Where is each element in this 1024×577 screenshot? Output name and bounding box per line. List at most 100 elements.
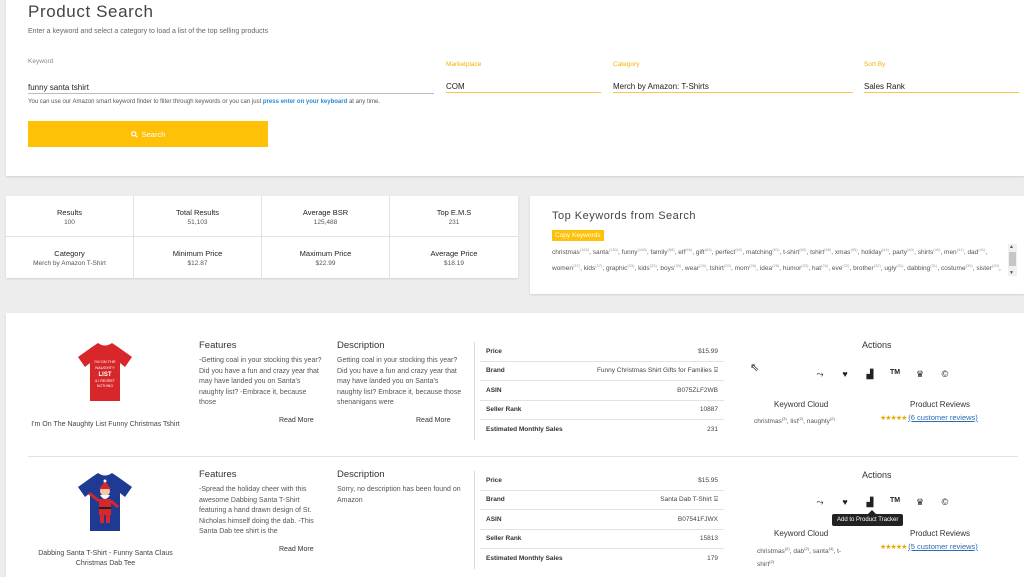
keyword-input[interactable]: funny santa tshirt [28,83,89,92]
category-select[interactable]: Category Merch by Amazon: T-Shirts [613,61,853,93]
features-read-more[interactable]: Read More [279,546,314,553]
keyword-chip[interactable]: christmas(162) [552,247,589,256]
page-title: Product Search [28,2,154,21]
keyword-chip[interactable]: party(40) [893,247,915,256]
copyright-icon[interactable]: © [937,497,953,508]
crown-icon[interactable]: ♛ [912,497,928,508]
keyword-chip[interactable]: hat(33) [812,263,828,272]
top-keywords-title: Top Keywords from Search [552,210,697,222]
hint-link[interactable]: press enter on your keyboard [263,99,347,105]
keyword-chip[interactable]: xmas(55) [835,247,858,256]
sort-value[interactable]: Sales Rank [864,82,905,91]
keyword-chip[interactable]: men(41) [944,247,964,256]
stat-label: Average Price [430,249,478,258]
keyword-chip[interactable]: tshirt(56) [810,247,831,256]
product-name[interactable]: Dabbing Santa T-Shirt - Funny Santa Clau… [28,549,183,569]
keyword-chip[interactable]: dad(41) [967,247,985,256]
product-keyword-cloud: christmas(3), list(2), naughty(2) [754,416,835,426]
keyword-chip[interactable]: ugly(31) [884,263,903,272]
keyword-chip[interactable]: matching(61) [746,247,780,256]
keyword-chip[interactable]: mom(28) [735,263,757,272]
trademark-icon[interactable]: TM [887,369,903,380]
keyword-chip[interactable]: kids(37) [584,263,603,272]
rating-stars-icon: ★★★★★ [880,415,907,422]
marketplace-value[interactable]: COM [446,82,465,91]
keyword-chip[interactable]: boys(30) [660,263,681,272]
keyword-chip[interactable]: sister(29) [976,263,999,272]
keyword-chip[interactable]: brother(32) [853,263,881,272]
keyword-chip[interactable]: holiday(44) [861,247,889,256]
rating-stars-icon: ★★★★★ [880,544,907,551]
heart-icon[interactable]: ♥ [837,497,853,508]
detail-value: B075ZLF2WB [677,386,718,394]
keyword-scrollbar[interactable]: ▲ ▼ [1008,244,1017,276]
product-details-table: Price $15.99 Brand Funny Christmas Shirt G… [480,342,724,440]
bookmark-icon[interactable]: ⍓ [714,496,718,503]
scroll-down-icon[interactable]: ▼ [1009,270,1014,276]
stat-label: Category [54,249,85,258]
keyword-chip[interactable]: costume(30) [941,263,973,272]
trend-icon[interactable]: ⤳ [812,369,828,380]
scroll-up-icon[interactable]: ▲ [1009,244,1014,250]
features-text: -Spread the holiday cheer with this awes… [199,486,314,535]
keyword-chip[interactable]: t-shirt(60) [783,247,806,256]
stat-value: 231 [448,219,460,226]
sort-select[interactable]: Sort By Sales Rank [864,61,1019,93]
keyword-chip[interactable]: dab(2) [793,546,809,555]
stat-average-price: Average Price $18.19 [390,237,518,278]
svg-text:NAUGHTY: NAUGHTY [95,365,115,370]
search-button-label: Search [141,129,166,139]
bookmark-icon[interactable]: ⍓ [714,367,718,374]
keyword-chip[interactable]: christmas(2) [757,546,790,555]
keyword-chip[interactable]: santa(130) [593,247,618,256]
bar-chart-icon[interactable]: ▟ [862,369,878,380]
category-value[interactable]: Merch by Amazon: T-Shirts [613,82,709,91]
keyword-chip[interactable]: shirts(40) [918,247,941,256]
features-read-more[interactable]: Read More [279,417,314,424]
keyword-chip[interactable]: graphic(33) [606,263,634,272]
trend-icon[interactable]: ⤳ [812,497,828,508]
keyword-field[interactable]: Keyword funny santa tshirt [28,58,434,94]
reviews-link[interactable]: (6 customer reviews) [908,413,978,422]
actions-heading: Actions [862,340,892,350]
keyword-chip[interactable]: naughty(2) [807,416,835,425]
keyword-chip[interactable]: santa(4) [813,546,834,555]
keyword-chip[interactable]: elf(69) [678,247,692,256]
detail-row-brand: Brand Santa Dab T-Shirt ⍓ [480,491,724,510]
detail-key: Estimated Monthly Sales [486,426,563,434]
product-image[interactable] [70,469,140,535]
scroll-thumb[interactable] [1009,252,1016,266]
detail-row-seller-rank: Seller Rank 15813 [480,530,724,549]
search-button[interactable]: Search [28,121,268,147]
reviews-link[interactable]: (5 customer reviews) [908,542,978,551]
stat-label: Average BSR [302,208,349,217]
hint-suffix: at any time. [348,99,380,105]
marketplace-select[interactable]: Marketplace COM [446,61,601,93]
product-name[interactable]: I'm On The Naughty List Funny Christmas … [28,420,183,430]
keyword-chip[interactable]: gift(64) [696,247,712,256]
keyword-chip[interactable]: humor(33) [783,263,809,272]
reviews: ★★★★★ (6 customer reviews) [880,413,978,422]
keyword-chip[interactable]: funny(108) [622,247,647,256]
keyword-chip[interactable]: tshirt(29) [710,263,731,272]
keyword-chip[interactable]: christmas(3) [754,416,787,425]
description-read-more[interactable]: Read More [416,417,451,424]
bar-chart-icon[interactable]: ▟ [862,497,878,508]
product-reviews-heading: Product Reviews [910,529,971,538]
heart-icon[interactable]: ♥ [837,369,853,380]
keyword-chip[interactable]: family(88) [651,247,675,256]
keyword-chip[interactable]: wear(29) [685,263,706,272]
copyright-icon[interactable]: © [937,369,953,380]
keyword-chip[interactable]: dabbing(31) [907,263,937,272]
keyword-chip[interactable]: list(2) [790,416,803,425]
trademark-icon[interactable]: TM [887,497,903,508]
copy-keywords-button[interactable]: Copy Keywords [552,230,604,241]
keyword-chip[interactable]: idea(28) [760,263,779,272]
keyword-chip[interactable]: eve(32) [832,263,850,272]
stat-value: $12.87 [187,260,208,267]
keyword-chip[interactable]: kids(33) [638,263,657,272]
crown-icon[interactable]: ♛ [912,369,928,380]
keyword-chip[interactable]: perfect(60) [715,247,742,256]
keyword-chip[interactable]: women(37) [552,263,580,272]
product-image[interactable]: I'M ON THE NAUGHTY LIST & I REGRET NOTHI… [70,339,140,405]
